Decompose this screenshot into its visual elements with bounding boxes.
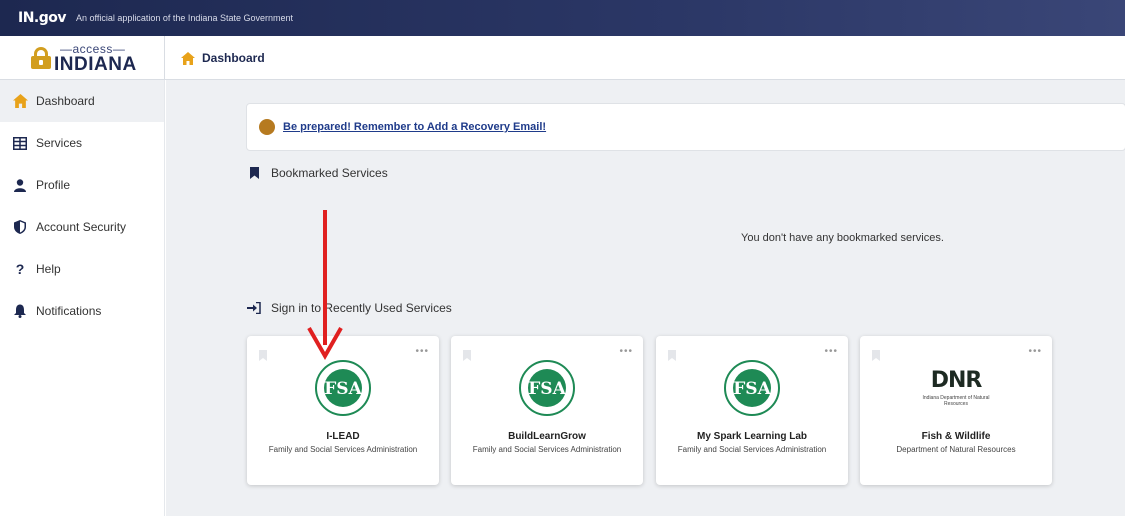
more-options-icon[interactable]: ••• xyxy=(619,346,633,357)
sidebar-item-label: Account Security xyxy=(36,220,127,234)
sidebar-item-label: Help xyxy=(36,262,61,276)
service-card-my-spark-learning-lab[interactable]: ••• FSA My Spark Learning Lab Family and… xyxy=(656,336,848,485)
service-card-fish-wildlife[interactable]: ••• DNR Indiana Department of Natural Re… xyxy=(860,336,1052,485)
dnr-logo-subtext: Indiana Department of Natural Resources xyxy=(922,395,990,407)
brand-access-text: —access— xyxy=(60,41,126,56)
in-gov-logo[interactable]: IN.gov xyxy=(18,10,67,26)
gov-tagline: An official application of the Indiana S… xyxy=(76,13,293,23)
sign-in-icon xyxy=(246,300,262,316)
card-subtitle: Department of Natural Resources xyxy=(896,445,1016,454)
home-icon xyxy=(12,93,28,109)
bookmark-icon[interactable] xyxy=(872,348,880,366)
sidebar-item-services[interactable]: Services xyxy=(0,122,164,164)
lock-icon xyxy=(30,47,52,69)
more-options-icon[interactable]: ••• xyxy=(824,346,838,357)
bookmark-icon[interactable] xyxy=(463,348,471,366)
dnr-logo: DNR Indiana Department of Natural Resour… xyxy=(916,368,996,408)
breadcrumb[interactable]: Dashboard xyxy=(180,36,265,80)
recovery-email-alert: Be prepared! Remember to Add a Recovery … xyxy=(246,103,1125,151)
sidebar-item-notifications[interactable]: Notifications xyxy=(0,290,164,332)
bookmarked-empty-message: You don't have any bookmarked services. xyxy=(741,232,944,244)
recent-services-heading: Sign in to Recently Used Services xyxy=(246,300,452,316)
app-header: —access— INDIANA Dashboard xyxy=(0,36,1125,80)
gov-bar: IN.gov An official application of the In… xyxy=(0,0,1125,36)
fssa-logo: FSA xyxy=(724,360,780,416)
card-title: Fish & Wildlife xyxy=(921,431,991,442)
sidebar: Dashboard Services Profile Account Secur… xyxy=(0,80,165,516)
shield-icon xyxy=(12,219,28,235)
grid-icon xyxy=(12,135,28,151)
home-icon xyxy=(180,50,196,66)
more-options-icon[interactable]: ••• xyxy=(1028,346,1042,357)
card-subtitle: Family and Social Services Administratio… xyxy=(268,445,418,454)
card-title: BuildLearnGrow xyxy=(508,431,586,442)
card-title: I-LEAD xyxy=(326,431,360,442)
sidebar-item-label: Notifications xyxy=(36,304,102,318)
service-card-buildlearngrow[interactable]: ••• FSA BuildLearnGrow Family and Social… xyxy=(451,336,643,485)
add-recovery-email-link[interactable]: Be prepared! Remember to Add a Recovery … xyxy=(283,121,546,133)
person-icon xyxy=(12,177,28,193)
sidebar-item-help[interactable]: ? Help xyxy=(0,248,164,290)
sidebar-item-dashboard[interactable]: Dashboard xyxy=(0,80,164,122)
bookmarked-services-title: Bookmarked Services xyxy=(271,166,388,180)
breadcrumb-label: Dashboard xyxy=(202,51,265,65)
brand-indiana-text: INDIANA xyxy=(54,53,137,75)
fssa-logo: FSA xyxy=(519,360,575,416)
svg-text:FSA: FSA xyxy=(324,379,362,399)
bookmark-icon[interactable] xyxy=(668,348,676,366)
access-indiana-logo[interactable]: —access— INDIANA xyxy=(0,36,165,80)
dnr-logo-text: DNR xyxy=(930,368,983,393)
alert-dot-icon xyxy=(259,119,275,135)
bookmarked-services-heading: Bookmarked Services xyxy=(246,165,388,181)
sidebar-item-profile[interactable]: Profile xyxy=(0,164,164,206)
card-subtitle: Family and Social Services Administratio… xyxy=(677,445,827,454)
sidebar-item-account-security[interactable]: Account Security xyxy=(0,206,164,248)
sidebar-item-label: Profile xyxy=(36,178,71,192)
svg-text:FSA: FSA xyxy=(528,379,566,399)
more-options-icon[interactable]: ••• xyxy=(415,346,429,357)
svg-text:FSA: FSA xyxy=(733,379,771,399)
bell-icon xyxy=(12,303,28,319)
question-icon: ? xyxy=(15,261,25,277)
sidebar-item-label: Services xyxy=(36,136,83,150)
sidebar-item-label: Dashboard xyxy=(36,94,95,108)
card-subtitle: Family and Social Services Administratio… xyxy=(472,445,622,454)
bookmark-icon[interactable] xyxy=(259,348,267,366)
annotation-arrow-icon xyxy=(307,210,343,361)
recent-services-title: Sign in to Recently Used Services xyxy=(271,301,452,315)
bookmark-icon xyxy=(246,165,262,181)
card-title: My Spark Learning Lab xyxy=(696,431,808,442)
